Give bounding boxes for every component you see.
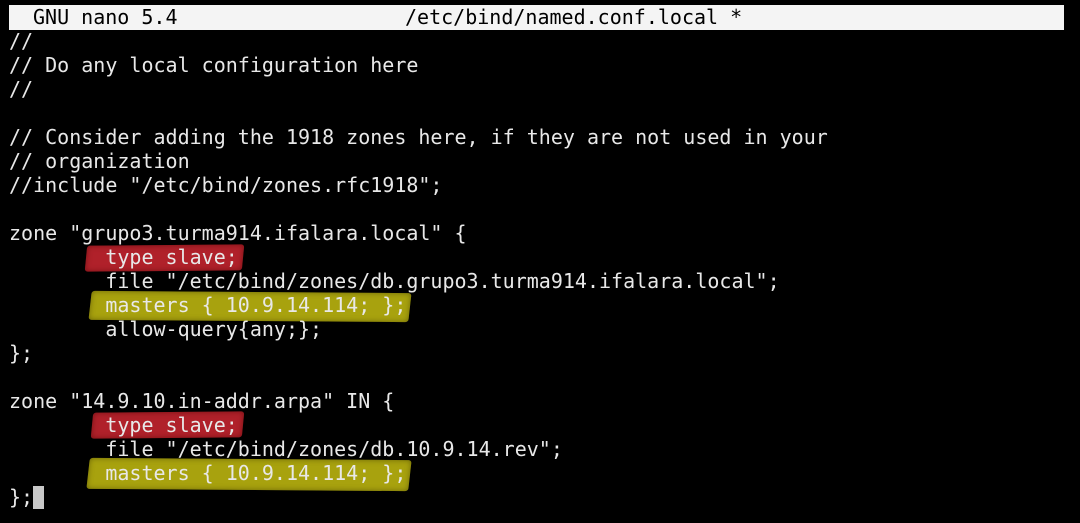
- text-cursor: [33, 486, 44, 509]
- code-line: zone "14.9.10.in-addr.arpa" IN {: [9, 389, 395, 413]
- editor-version: GNU nano 5.4: [33, 5, 178, 29]
- code-line: type slave;: [9, 245, 238, 269]
- file-name: /etc/bind/named.conf.local *: [405, 5, 743, 29]
- code-line: allow-query{any;};: [9, 317, 323, 341]
- code-line: };: [9, 341, 34, 365]
- nano-title-bar: GNU nano 5.4 /etc/bind/named.conf.local …: [9, 5, 1064, 30]
- code-line: file "/etc/bind/zones/db.grupo3.turma914…: [9, 269, 780, 293]
- code-line: // Consider adding the 1918 zones here, …: [9, 125, 828, 149]
- code-line: //include "/etc/bind/zones.rfc1918";: [9, 173, 443, 197]
- code-line: //: [9, 77, 34, 101]
- code-line: type slave;: [9, 413, 238, 437]
- code-line: };: [9, 485, 34, 509]
- code-line: zone "grupo3.turma914.ifalara.local" {: [9, 221, 467, 245]
- editor-buffer[interactable]: // // Do any local configuration here //…: [9, 29, 1069, 519]
- code-line: masters { 10.9.14.114; };: [9, 461, 407, 485]
- code-line: //: [9, 29, 34, 53]
- code-line: // organization: [9, 149, 190, 173]
- code-line: masters { 10.9.14.114; };: [9, 293, 407, 317]
- code-line: // Do any local configuration here: [9, 53, 419, 77]
- code-line: file "/etc/bind/zones/db.10.9.14.rev";: [9, 437, 563, 461]
